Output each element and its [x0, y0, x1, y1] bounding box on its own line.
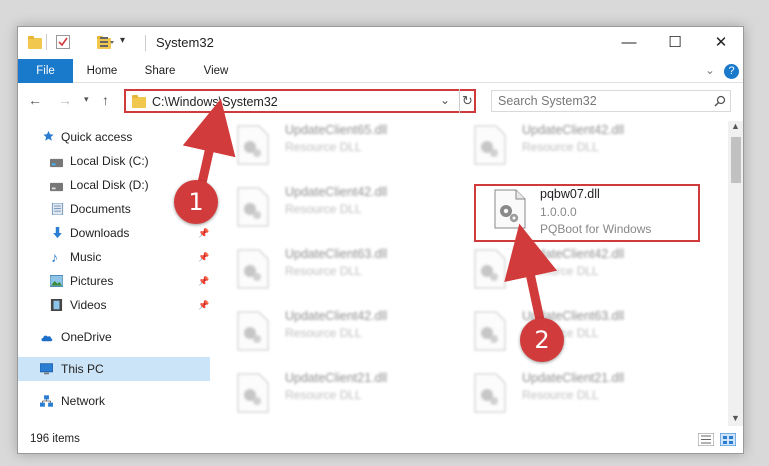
arrow-to-selected-file [504, 223, 558, 321]
annotation-arrows [182, 98, 558, 321]
arrow-to-address-bar [182, 98, 236, 184]
step-badge-2: 2 [520, 318, 564, 362]
step-badge-1: 1 [174, 180, 218, 224]
